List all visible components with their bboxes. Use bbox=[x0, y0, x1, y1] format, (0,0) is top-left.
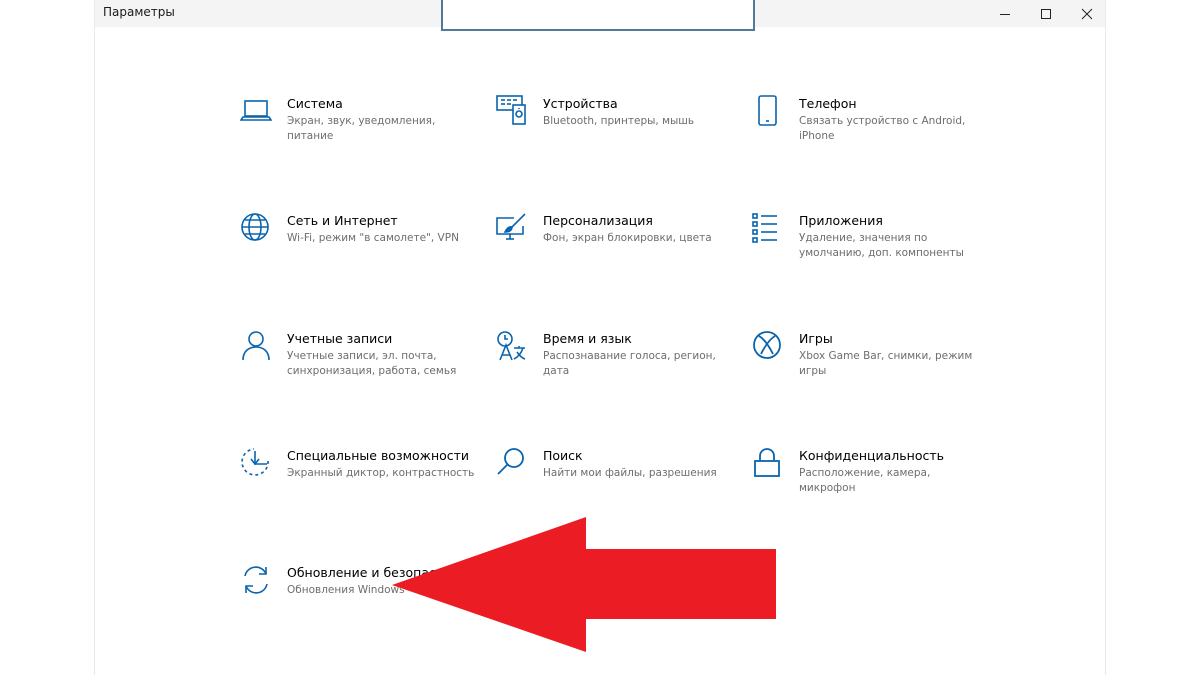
tile-title: Телефон bbox=[799, 96, 857, 111]
tile-network[interactable]: Сеть и Интернет Wi-Fi, режим "в самолете… bbox=[240, 212, 480, 312]
tile-description: Wi-Fi, режим "в самолете", VPN bbox=[287, 232, 459, 244]
tile-title: Конфиденциальность bbox=[799, 448, 945, 463]
tile-description: Учетные записи, эл. почта, синхронизация… bbox=[287, 350, 457, 377]
tile-title: Обновление и безопасность bbox=[287, 565, 474, 580]
tile-phone[interactable]: Телефон Связать устройство с Android, iP… bbox=[752, 95, 992, 195]
xbox-icon bbox=[752, 330, 784, 362]
time-language-icon bbox=[496, 330, 528, 362]
tile-accounts[interactable]: Учетные записи Учетные записи, эл. почта… bbox=[240, 330, 480, 430]
tile-description: Bluetooth, принтеры, мышь bbox=[543, 115, 695, 127]
sync-icon bbox=[240, 564, 272, 596]
tile-description: Распознавание голоса, регион, дата bbox=[543, 350, 716, 377]
ease-of-access-icon bbox=[240, 447, 272, 479]
search-icon bbox=[496, 447, 528, 479]
search-settings-input[interactable] bbox=[441, 0, 755, 31]
tile-ease-of-access[interactable]: Специальные возможности Экранный диктор,… bbox=[240, 447, 480, 547]
tile-system[interactable]: Система Экран, звук, уведомления, питани… bbox=[240, 95, 480, 195]
laptop-icon bbox=[240, 95, 272, 127]
tile-description: Фон, экран блокировки, цвета bbox=[543, 232, 712, 244]
tile-title: Специальные возможности bbox=[287, 448, 470, 463]
tile-update-security[interactable]: Обновление и безопасность Обновления Win… bbox=[240, 564, 480, 664]
tile-title: Устройства bbox=[543, 96, 618, 111]
globe-icon bbox=[240, 212, 272, 244]
tile-gaming[interactable]: Игры Xbox Game Bar, снимки, режим игры bbox=[752, 330, 992, 430]
tile-privacy[interactable]: Конфиденциальность Расположение, камера,… bbox=[752, 447, 992, 547]
maximize-icon bbox=[1041, 8, 1051, 19]
minimize-button[interactable] bbox=[985, 0, 1025, 27]
tile-title: Сеть и Интернет bbox=[287, 213, 398, 228]
tile-title: Учетные записи bbox=[287, 331, 393, 346]
tile-description: Найти мои файлы, разрешения bbox=[543, 467, 717, 479]
minimize-icon bbox=[1000, 13, 1010, 15]
apps-list-icon bbox=[752, 212, 784, 244]
tile-title: Время и язык bbox=[543, 331, 632, 346]
tile-description: Связать устройство с Android, iPhone bbox=[799, 115, 966, 142]
person-icon bbox=[240, 330, 272, 362]
tile-title: Персонализация bbox=[543, 213, 653, 228]
tile-title: Приложения bbox=[799, 213, 883, 228]
paint-brush-icon bbox=[496, 212, 528, 244]
tile-description: Экран, звук, уведомления, питание bbox=[287, 115, 436, 142]
tile-search[interactable]: Поиск Найти мои файлы, разрешения bbox=[496, 447, 736, 547]
devices-icon bbox=[496, 95, 528, 127]
lock-icon bbox=[752, 447, 784, 479]
window-title: Параметры bbox=[103, 5, 175, 19]
tile-title: Система bbox=[287, 96, 343, 111]
tile-time-language[interactable]: Время и язык Распознавание голоса, регио… bbox=[496, 330, 736, 430]
close-icon bbox=[1081, 8, 1093, 19]
tile-description: Обновления Windows bbox=[287, 584, 405, 596]
tile-description: Удаление, значения по умолчанию, доп. ко… bbox=[799, 232, 964, 259]
tile-description: Экранный диктор, контрастность bbox=[287, 467, 475, 479]
tile-apps[interactable]: Приложения Удаление, значения по умолчан… bbox=[752, 212, 992, 312]
tile-personalization[interactable]: Персонализация Фон, экран блокировки, цв… bbox=[496, 212, 736, 312]
tile-devices[interactable]: Устройства Bluetooth, принтеры, мышь bbox=[496, 95, 736, 195]
tile-description: Расположение, камера, микрофон bbox=[799, 467, 931, 494]
tile-title: Игры bbox=[799, 331, 833, 346]
tile-title: Поиск bbox=[543, 448, 583, 463]
maximize-button[interactable] bbox=[1026, 0, 1066, 27]
close-button[interactable] bbox=[1067, 0, 1107, 27]
phone-icon bbox=[752, 95, 784, 127]
tile-description: Xbox Game Bar, снимки, режим игры bbox=[799, 350, 973, 377]
